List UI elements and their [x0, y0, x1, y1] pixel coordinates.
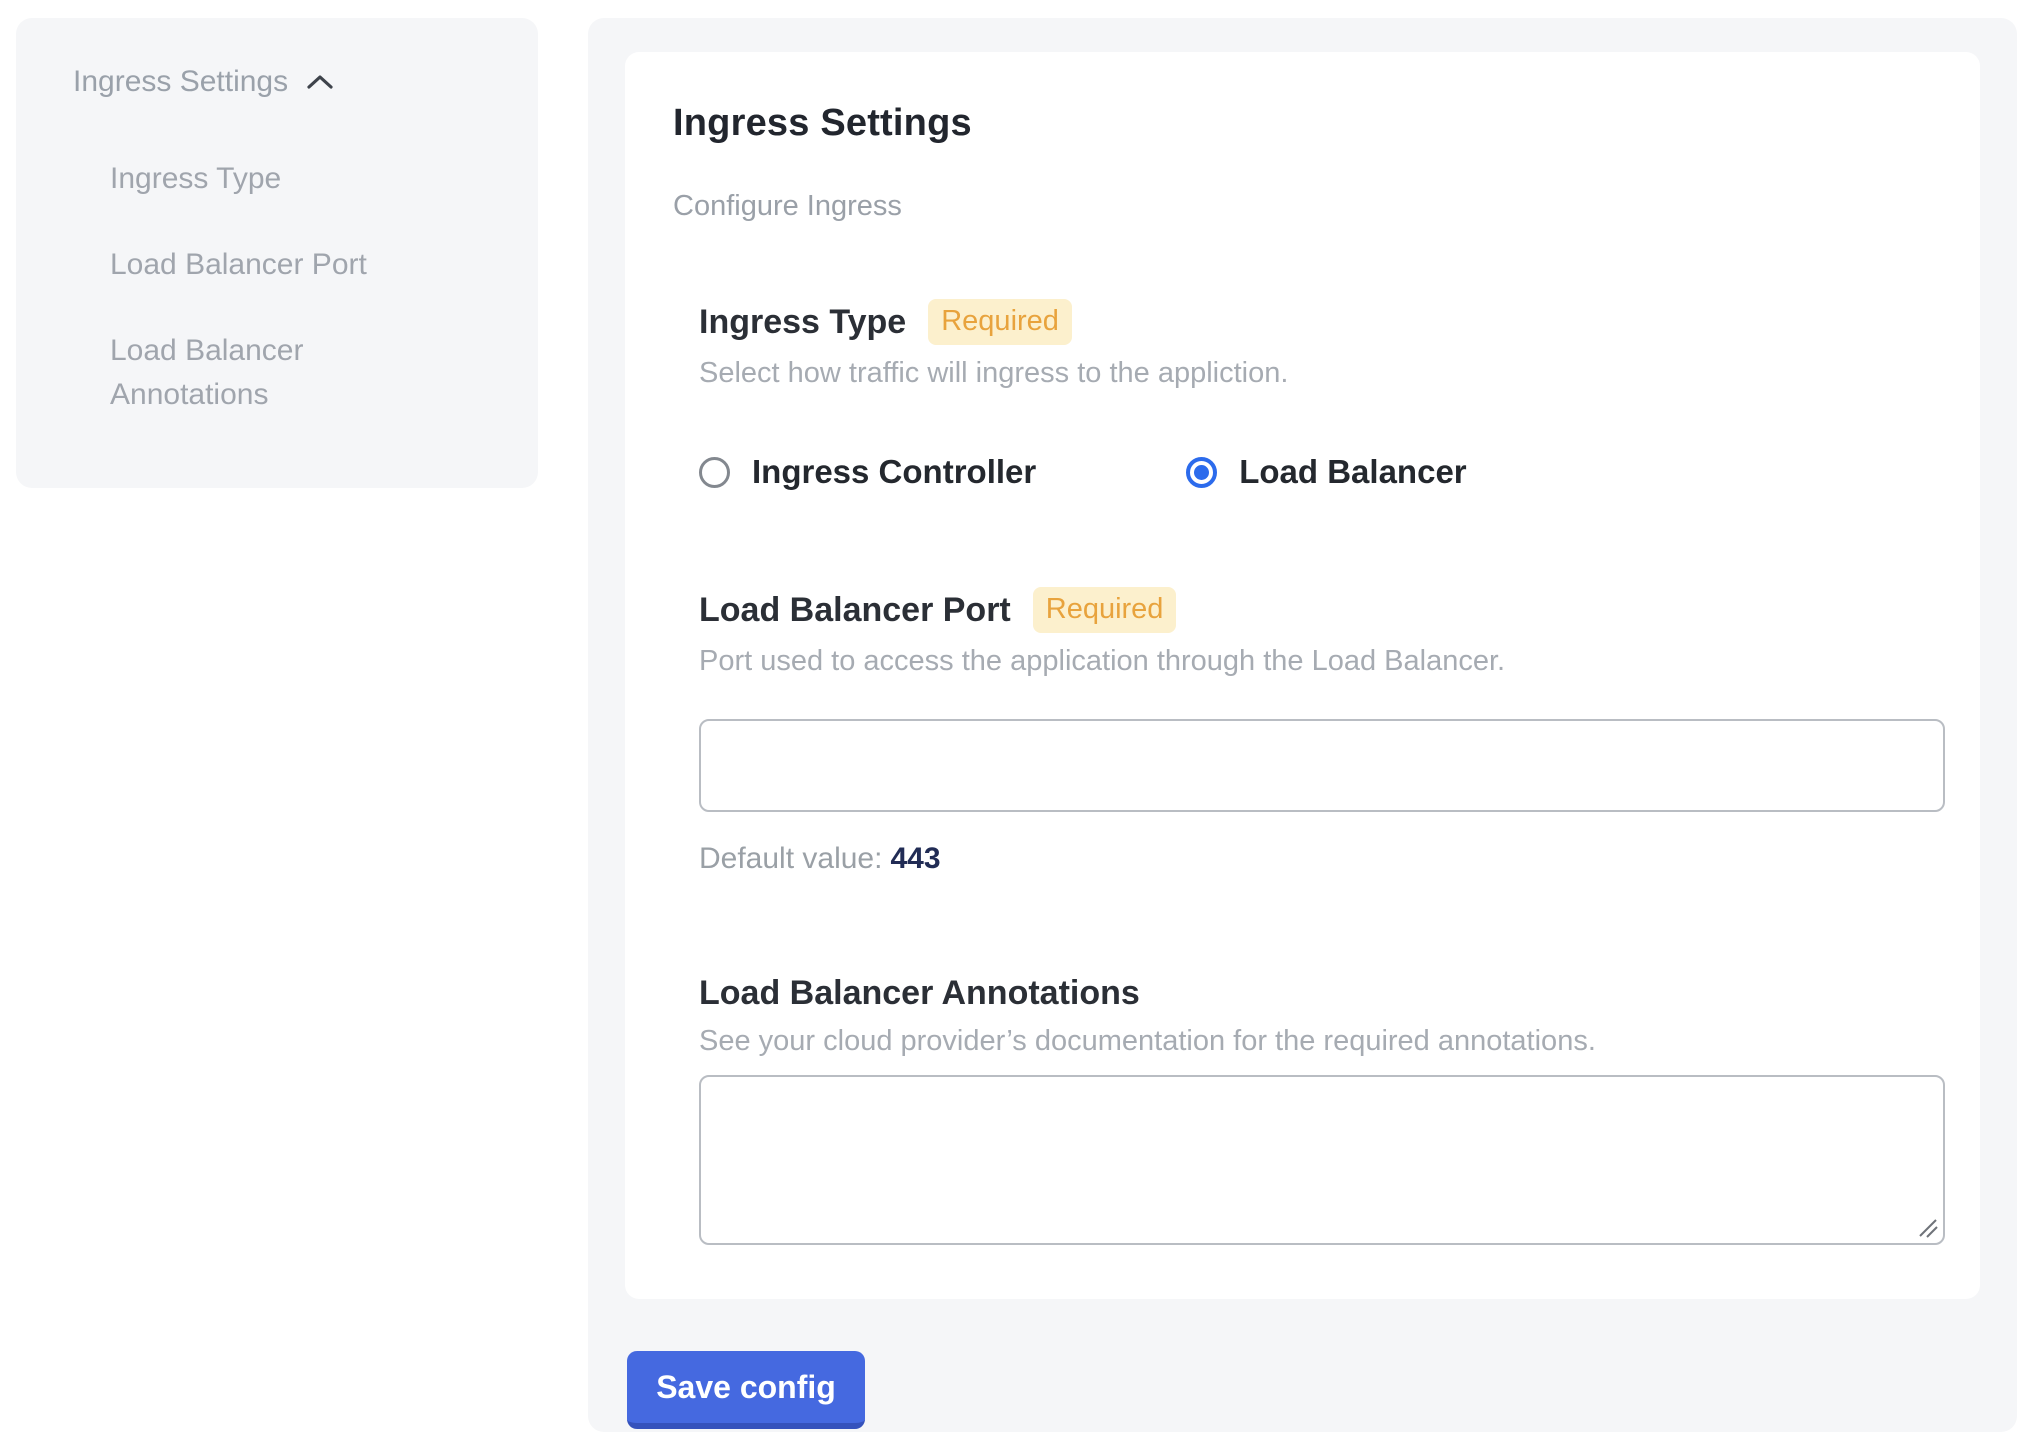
sidebar-item-ingress-type[interactable]: Ingress Type: [110, 157, 440, 201]
save-config-button[interactable]: Save config: [627, 1351, 865, 1429]
section-load-balancer-port: Load Balancer Port Required Port used to…: [699, 587, 1945, 876]
resize-handle-icon[interactable]: [1914, 1214, 1940, 1240]
ingress-settings-card: Ingress Settings Configure Ingress Ingre…: [625, 52, 1980, 1299]
chevron-up-icon: [306, 73, 334, 91]
radio-option-ingress-controller[interactable]: Ingress Controller: [699, 453, 1036, 491]
load-balancer-annotations-description: See your cloud provider’s documentation …: [699, 1023, 1945, 1059]
ingress-type-description: Select how traffic will ingress to the a…: [699, 355, 1945, 391]
main-panel: Ingress Settings Configure Ingress Ingre…: [588, 18, 2017, 1432]
page-subtitle: Configure Ingress: [673, 190, 1945, 223]
section-load-balancer-annotations: Load Balancer Annotations See your cloud…: [699, 973, 1945, 1245]
page-title: Ingress Settings: [673, 100, 1945, 146]
sidebar-group-label: Ingress Settings: [73, 65, 288, 99]
sidebar-item-load-balancer-port[interactable]: Load Balancer Port: [110, 243, 440, 287]
load-balancer-port-description: Port used to access the application thro…: [699, 643, 1945, 679]
load-balancer-port-title: Load Balancer Port: [699, 590, 1011, 630]
sidebar-group-ingress-settings[interactable]: Ingress Settings: [73, 65, 538, 99]
default-value: 443: [890, 842, 940, 875]
radio-selected-icon: [1186, 457, 1217, 488]
load-balancer-annotations-title: Load Balancer Annotations: [699, 973, 1140, 1013]
sidebar-item-list: Ingress Type Load Balancer Port Load Bal…: [110, 157, 538, 417]
radio-label: Load Balancer: [1239, 453, 1466, 491]
section-ingress-type: Ingress Type Required Select how traffic…: [699, 299, 1945, 491]
load-balancer-annotations-textarea[interactable]: [699, 1075, 1945, 1245]
sidebar-item-load-balancer-annotations[interactable]: Load Balancer Annotations: [110, 329, 440, 417]
ingress-type-radio-group: Ingress Controller Load Balancer: [699, 453, 1945, 491]
required-badge: Required: [928, 299, 1072, 345]
required-badge: Required: [1033, 587, 1177, 633]
radio-unselected-icon: [699, 457, 730, 488]
radio-option-load-balancer[interactable]: Load Balancer: [1186, 453, 1466, 491]
radio-label: Ingress Controller: [752, 453, 1036, 491]
default-value-label: Default value:: [699, 842, 882, 875]
ingress-type-title: Ingress Type: [699, 302, 906, 342]
load-balancer-port-input[interactable]: [699, 719, 1945, 812]
default-value-line: Default value:443: [699, 842, 1945, 876]
settings-sidebar: Ingress Settings Ingress Type Load Balan…: [16, 18, 538, 488]
